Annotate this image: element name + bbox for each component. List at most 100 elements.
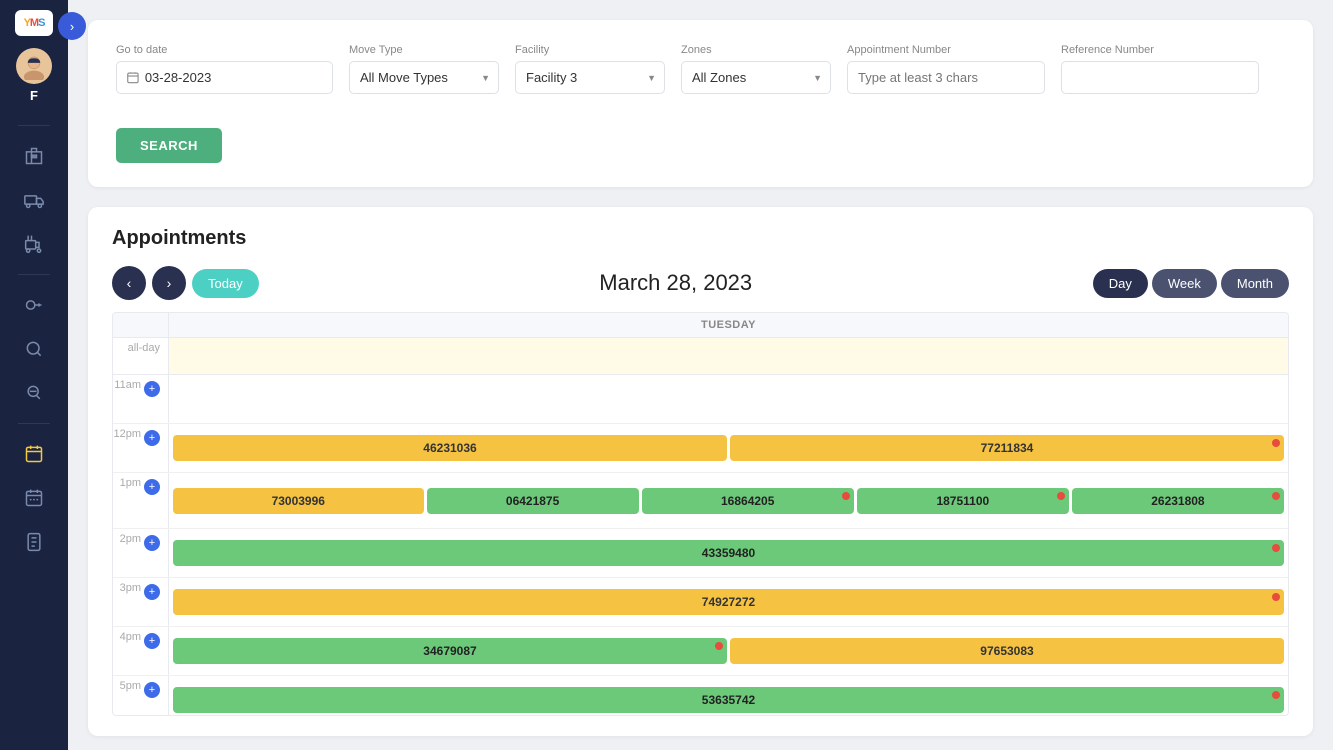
event-16864205[interactable]: 16864205 (642, 488, 854, 514)
time-label-12pm: 12pm + (113, 424, 169, 472)
sidebar-item-forklift[interactable] (14, 224, 54, 264)
move-type-group: Move Type All Move Types (349, 44, 499, 94)
appt-number-input-wrapper[interactable] (847, 61, 1045, 94)
today-button[interactable]: Today (192, 269, 259, 298)
events-cell-5pm: 53635742 (169, 676, 1288, 715)
event-53635742[interactable]: 53635742 (173, 687, 1284, 713)
search-fields: Go to date 03-28-2023 Move Type All Move… (116, 44, 1285, 94)
event-26231808[interactable]: 26231808 (1072, 488, 1284, 514)
sidebar-item-calendar-active[interactable] (14, 434, 54, 474)
event-34679087[interactable]: 34679087 (173, 638, 727, 664)
event-06421875[interactable]: 06421875 (427, 488, 639, 514)
ref-number-input-wrapper[interactable] (1061, 61, 1259, 94)
sidebar-divider-1 (18, 125, 50, 126)
search-panel: Go to date 03-28-2023 Move Type All Move… (88, 20, 1313, 187)
user-initial: F (30, 88, 38, 103)
time-label-11am: 11am + (113, 375, 169, 423)
event-73003996[interactable]: 73003996 (173, 488, 424, 514)
add-event-12pm[interactable]: + (144, 430, 160, 446)
sidebar-divider-2 (18, 274, 50, 275)
goto-date-label: Go to date (116, 44, 333, 56)
app-logo: YMS (15, 10, 53, 36)
calendar-grid: TUESDAY all-day 11am + (112, 312, 1289, 716)
add-event-4pm[interactable]: + (144, 633, 160, 649)
move-type-label: Move Type (349, 44, 499, 56)
appt-number-group: Appointment Number (847, 44, 1045, 94)
goto-date-input-wrapper[interactable]: 03-28-2023 (116, 61, 333, 94)
ref-number-field[interactable] (1072, 70, 1248, 85)
add-event-1pm[interactable]: + (144, 479, 160, 495)
add-event-11am[interactable]: + (144, 381, 160, 397)
time-label-5pm: 5pm + (113, 676, 169, 715)
time-row-2pm: 2pm + 43359480 (113, 529, 1288, 578)
calendar-input-icon (127, 71, 139, 84)
sidebar-item-building[interactable] (14, 136, 54, 176)
event-43359480[interactable]: 43359480 (173, 540, 1284, 566)
sidebar: YMS F (0, 0, 68, 750)
facility-select[interactable]: Facility 3 (515, 61, 665, 94)
time-label-1pm: 1pm + (113, 473, 169, 528)
zones-select[interactable]: All Zones (681, 61, 831, 94)
view-day-button[interactable]: Day (1093, 269, 1148, 298)
prev-button[interactable]: ‹ (112, 266, 146, 300)
event-dot-16864205 (842, 492, 850, 500)
calendar-body: 11am + 12pm + 46231036 77211834 (113, 375, 1288, 715)
sidebar-item-search2[interactable] (14, 373, 54, 413)
event-18751100[interactable]: 18751100 (857, 488, 1069, 514)
events-cell-11am (169, 375, 1288, 423)
time-label-4pm: 4pm + (113, 627, 169, 675)
event-dot-53635742 (1272, 691, 1280, 699)
event-dot-74927272 (1272, 593, 1280, 601)
events-cell-3pm: 74927272 (169, 578, 1288, 626)
add-event-5pm[interactable]: + (144, 682, 160, 698)
avatar[interactable] (16, 48, 52, 84)
event-74927272[interactable]: 74927272 (173, 589, 1284, 615)
events-cell-1pm: 73003996 06421875 16864205 18751100 2623… (169, 473, 1288, 528)
event-dot-18751100 (1057, 492, 1065, 500)
facility-group: Facility Facility 3 (515, 44, 665, 94)
time-row-12pm: 12pm + 46231036 77211834 (113, 424, 1288, 473)
zones-label: Zones (681, 44, 831, 56)
add-event-2pm[interactable]: + (144, 535, 160, 551)
search-button[interactable]: SEARCH (116, 128, 222, 163)
time-row-5pm: 5pm + 53635742 (113, 676, 1288, 715)
ref-number-group: Reference Number (1061, 44, 1259, 94)
appt-number-field[interactable] (858, 70, 1034, 85)
view-buttons: Day Week Month (1093, 269, 1289, 298)
calendar-controls: ‹ › Today March 28, 2023 Day Week Month (112, 266, 1289, 300)
calendar-allday-row: all-day (113, 338, 1288, 375)
time-row-11am: 11am + (113, 375, 1288, 424)
event-46231036[interactable]: 46231036 (173, 435, 727, 461)
time-label-3pm: 3pm + (113, 578, 169, 626)
allday-label: all-day (113, 338, 169, 374)
events-cell-12pm: 46231036 77211834 (169, 424, 1288, 472)
time-row-4pm: 4pm + 34679087 97653083 (113, 627, 1288, 676)
event-77211834[interactable]: 77211834 (730, 435, 1284, 461)
sidebar-divider-3 (18, 423, 50, 424)
add-event-3pm[interactable]: + (144, 584, 160, 600)
calendar-date: March 28, 2023 (599, 270, 752, 296)
zones-group: Zones All Zones (681, 44, 831, 94)
next-button[interactable]: › (152, 266, 186, 300)
facility-select-wrapper: Facility 3 (515, 61, 665, 94)
sidebar-collapse-toggle[interactable]: › (58, 12, 86, 40)
main-content: Go to date 03-28-2023 Move Type All Move… (68, 0, 1333, 750)
ref-number-label: Reference Number (1061, 44, 1259, 56)
event-dot-43359480 (1272, 544, 1280, 552)
time-label-2pm: 2pm + (113, 529, 169, 577)
sidebar-item-calendar2[interactable] (14, 478, 54, 518)
sidebar-item-truck[interactable] (14, 180, 54, 220)
event-dot-34679087 (715, 642, 723, 650)
calendar-header-empty (113, 313, 169, 337)
time-row-3pm: 3pm + 74927272 (113, 578, 1288, 627)
events-cell-2pm: 43359480 (169, 529, 1288, 577)
sidebar-item-search[interactable] (14, 329, 54, 369)
view-month-button[interactable]: Month (1221, 269, 1289, 298)
sidebar-item-key[interactable] (14, 285, 54, 325)
move-type-select[interactable]: All Move Types (349, 61, 499, 94)
view-week-button[interactable]: Week (1152, 269, 1217, 298)
sidebar-item-document[interactable] (14, 522, 54, 562)
event-97653083[interactable]: 97653083 (730, 638, 1284, 664)
goto-date-field[interactable]: 03-28-2023 (145, 70, 322, 85)
allday-cell (169, 338, 1288, 374)
